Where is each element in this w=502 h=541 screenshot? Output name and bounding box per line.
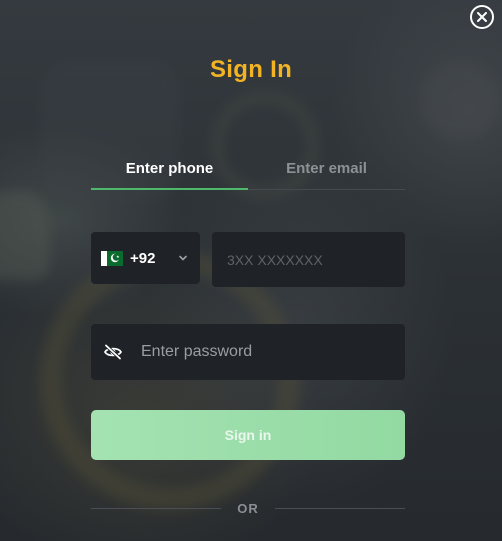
modal-title: Sign In	[209, 56, 293, 83]
password-input[interactable]	[141, 324, 401, 380]
dial-code: +92	[130, 249, 156, 267]
phone-number-input[interactable]	[212, 232, 405, 287]
pakistan-flag-icon	[101, 250, 123, 266]
sign-in-button[interactable]: Sign in	[91, 410, 405, 460]
divider-line	[274, 507, 405, 509]
close-icon	[477, 12, 487, 22]
or-divider: OR	[91, 498, 405, 518]
login-method-tabs: Enter phone Enter email	[91, 150, 405, 190]
chevron-down-icon	[179, 255, 187, 261]
country-code-select[interactable]: +92	[91, 232, 200, 284]
tab-enter-phone[interactable]: Enter phone	[91, 150, 248, 190]
divider-line	[91, 507, 222, 509]
password-field	[91, 324, 405, 380]
tab-enter-email[interactable]: Enter email	[248, 150, 405, 189]
sign-in-modal: Sign In Enter phone Enter email +92 3XX …	[0, 0, 502, 541]
or-label: OR	[237, 500, 259, 516]
close-button[interactable]	[470, 5, 494, 29]
eye-off-icon[interactable]	[103, 344, 123, 360]
